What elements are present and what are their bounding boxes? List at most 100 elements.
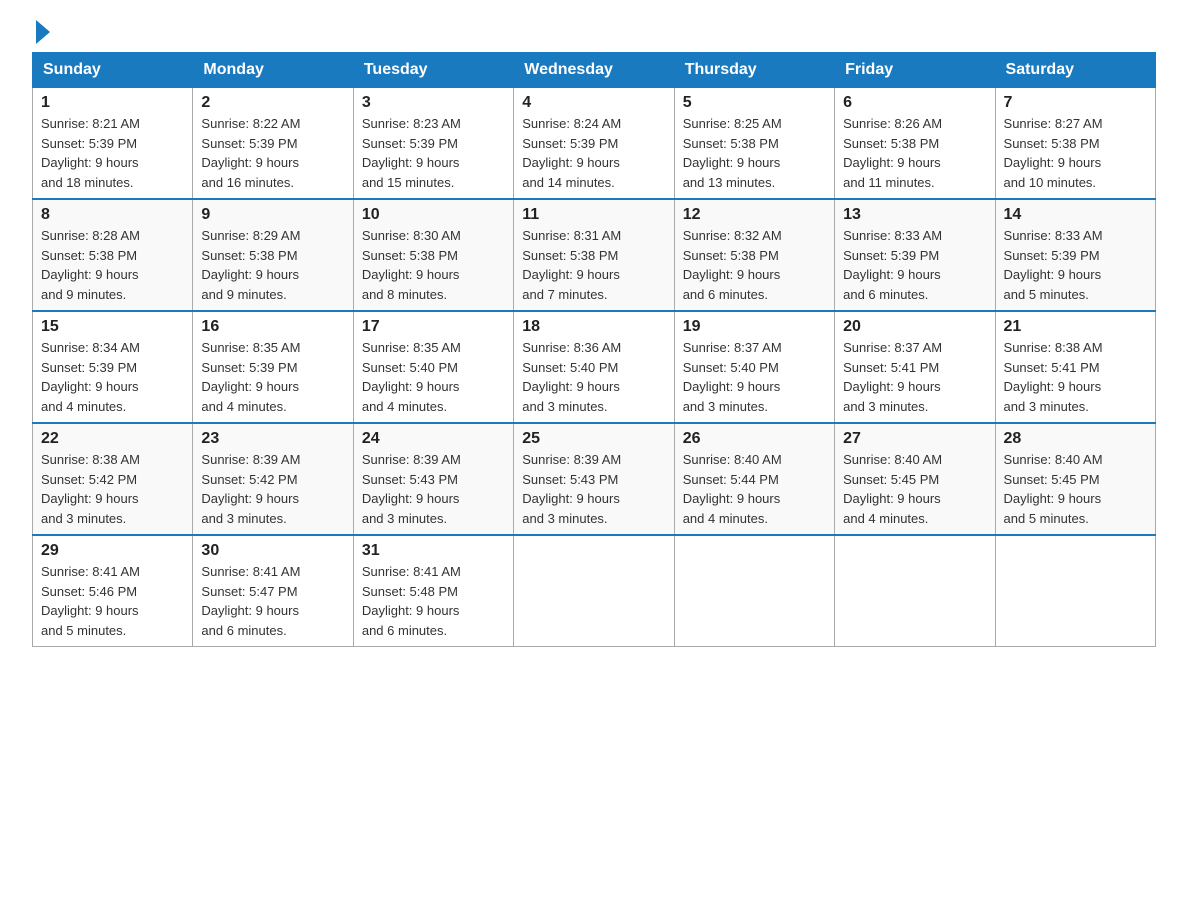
day-number: 28 xyxy=(1004,430,1147,448)
day-number: 19 xyxy=(683,318,826,336)
calendar-cell: 1 Sunrise: 8:21 AMSunset: 5:39 PMDaylight… xyxy=(33,88,193,200)
calendar-cell: 16 Sunrise: 8:35 AMSunset: 5:39 PMDayligh… xyxy=(193,311,353,423)
day-number: 5 xyxy=(683,94,826,112)
calendar-cell: 31 Sunrise: 8:41 AMSunset: 5:48 PMDayligh… xyxy=(353,535,513,647)
day-number: 3 xyxy=(362,94,505,112)
calendar-row-week-1: 1 Sunrise: 8:21 AMSunset: 5:39 PMDaylight… xyxy=(33,88,1156,200)
day-number: 22 xyxy=(41,430,184,448)
logo-arrow-icon xyxy=(36,20,50,44)
calendar-cell: 28Sunrise: 8:40 AMSunset: 5:45 PMDayligh… xyxy=(995,423,1155,535)
calendar-cell xyxy=(835,535,995,647)
day-number: 2 xyxy=(201,94,344,112)
calendar-cell: 26 Sunrise: 8:40 AMSunset: 5:44 PMDayligh… xyxy=(674,423,834,535)
day-number: 15 xyxy=(41,318,184,336)
header-monday: Monday xyxy=(193,53,353,88)
calendar-cell: 11Sunrise: 8:31 AMSunset: 5:38 PMDayligh… xyxy=(514,199,674,311)
calendar-cell: 13 Sunrise: 8:33 AMSunset: 5:39 PMDayligh… xyxy=(835,199,995,311)
logo xyxy=(32,24,50,40)
day-number: 31 xyxy=(362,542,505,560)
calendar-cell: 12Sunrise: 8:32 AMSunset: 5:38 PMDayligh… xyxy=(674,199,834,311)
header-sunday: Sunday xyxy=(33,53,193,88)
calendar-cell xyxy=(995,535,1155,647)
day-info: Sunrise: 8:29 AMSunset: 5:38 PMDaylight:… xyxy=(201,226,344,304)
day-number: 13 xyxy=(843,206,986,224)
calendar-cell: 25 Sunrise: 8:39 AMSunset: 5:43 PMDayligh… xyxy=(514,423,674,535)
page-header xyxy=(32,24,1156,40)
day-info: Sunrise: 8:41 AMSunset: 5:47 PMDaylight:… xyxy=(201,562,344,640)
day-info: Sunrise: 8:21 AMSunset: 5:39 PMDaylight:… xyxy=(41,114,184,192)
calendar-cell: 9 Sunrise: 8:29 AMSunset: 5:38 PMDaylight… xyxy=(193,199,353,311)
day-number: 14 xyxy=(1004,206,1147,224)
calendar-row-week-2: 8 Sunrise: 8:28 AMSunset: 5:38 PMDaylight… xyxy=(33,199,1156,311)
day-number: 12 xyxy=(683,206,826,224)
day-info: Sunrise: 8:34 AMSunset: 5:39 PMDaylight:… xyxy=(41,338,184,416)
day-info: Sunrise: 8:37 AMSunset: 5:40 PMDaylight:… xyxy=(683,338,826,416)
day-number: 20 xyxy=(843,318,986,336)
calendar-cell: 19 Sunrise: 8:37 AMSunset: 5:40 PMDayligh… xyxy=(674,311,834,423)
calendar-cell: 15 Sunrise: 8:34 AMSunset: 5:39 PMDayligh… xyxy=(33,311,193,423)
calendar-header-row: SundayMondayTuesdayWednesdayThursdayFrid… xyxy=(33,53,1156,88)
calendar-row-week-3: 15 Sunrise: 8:34 AMSunset: 5:39 PMDayligh… xyxy=(33,311,1156,423)
day-info: Sunrise: 8:28 AMSunset: 5:38 PMDaylight:… xyxy=(41,226,184,304)
day-info: Sunrise: 8:35 AMSunset: 5:40 PMDaylight:… xyxy=(362,338,505,416)
calendar-cell: 8 Sunrise: 8:28 AMSunset: 5:38 PMDaylight… xyxy=(33,199,193,311)
calendar-cell: 20Sunrise: 8:37 AMSunset: 5:41 PMDayligh… xyxy=(835,311,995,423)
day-number: 25 xyxy=(522,430,665,448)
calendar-table: SundayMondayTuesdayWednesdayThursdayFrid… xyxy=(32,52,1156,647)
day-info: Sunrise: 8:40 AMSunset: 5:45 PMDaylight:… xyxy=(843,450,986,528)
day-info: Sunrise: 8:41 AMSunset: 5:48 PMDaylight:… xyxy=(362,562,505,640)
day-info: Sunrise: 8:31 AMSunset: 5:38 PMDaylight:… xyxy=(522,226,665,304)
calendar-cell: 24Sunrise: 8:39 AMSunset: 5:43 PMDayligh… xyxy=(353,423,513,535)
header-friday: Friday xyxy=(835,53,995,88)
calendar-cell: 5 Sunrise: 8:25 AMSunset: 5:38 PMDaylight… xyxy=(674,88,834,200)
calendar-cell: 18 Sunrise: 8:36 AMSunset: 5:40 PMDayligh… xyxy=(514,311,674,423)
day-info: Sunrise: 8:38 AMSunset: 5:41 PMDaylight:… xyxy=(1004,338,1147,416)
header-wednesday: Wednesday xyxy=(514,53,674,88)
header-thursday: Thursday xyxy=(674,53,834,88)
day-info: Sunrise: 8:40 AMSunset: 5:44 PMDaylight:… xyxy=(683,450,826,528)
calendar-cell: 17Sunrise: 8:35 AMSunset: 5:40 PMDayligh… xyxy=(353,311,513,423)
day-number: 18 xyxy=(522,318,665,336)
day-number: 16 xyxy=(201,318,344,336)
calendar-cell: 21 Sunrise: 8:38 AMSunset: 5:41 PMDayligh… xyxy=(995,311,1155,423)
calendar-cell xyxy=(674,535,834,647)
calendar-cell: 3Sunrise: 8:23 AMSunset: 5:39 PMDaylight… xyxy=(353,88,513,200)
day-info: Sunrise: 8:30 AMSunset: 5:38 PMDaylight:… xyxy=(362,226,505,304)
calendar-cell: 30 Sunrise: 8:41 AMSunset: 5:47 PMDayligh… xyxy=(193,535,353,647)
calendar-cell: 4 Sunrise: 8:24 AMSunset: 5:39 PMDaylight… xyxy=(514,88,674,200)
calendar-cell: 22Sunrise: 8:38 AMSunset: 5:42 PMDayligh… xyxy=(33,423,193,535)
calendar-cell xyxy=(514,535,674,647)
day-info: Sunrise: 8:25 AMSunset: 5:38 PMDaylight:… xyxy=(683,114,826,192)
day-info: Sunrise: 8:26 AMSunset: 5:38 PMDaylight:… xyxy=(843,114,986,192)
calendar-row-week-4: 22Sunrise: 8:38 AMSunset: 5:42 PMDayligh… xyxy=(33,423,1156,535)
calendar-cell: 2 Sunrise: 8:22 AMSunset: 5:39 PMDaylight… xyxy=(193,88,353,200)
day-number: 21 xyxy=(1004,318,1147,336)
day-number: 10 xyxy=(362,206,505,224)
calendar-cell: 10 Sunrise: 8:30 AMSunset: 5:38 PMDayligh… xyxy=(353,199,513,311)
day-number: 7 xyxy=(1004,94,1147,112)
day-info: Sunrise: 8:24 AMSunset: 5:39 PMDaylight:… xyxy=(522,114,665,192)
day-info: Sunrise: 8:36 AMSunset: 5:40 PMDaylight:… xyxy=(522,338,665,416)
day-info: Sunrise: 8:39 AMSunset: 5:42 PMDaylight:… xyxy=(201,450,344,528)
day-number: 24 xyxy=(362,430,505,448)
day-info: Sunrise: 8:39 AMSunset: 5:43 PMDaylight:… xyxy=(522,450,665,528)
calendar-row-week-5: 29Sunrise: 8:41 AMSunset: 5:46 PMDayligh… xyxy=(33,535,1156,647)
calendar-cell: 23 Sunrise: 8:39 AMSunset: 5:42 PMDayligh… xyxy=(193,423,353,535)
day-number: 8 xyxy=(41,206,184,224)
day-number: 30 xyxy=(201,542,344,560)
day-info: Sunrise: 8:22 AMSunset: 5:39 PMDaylight:… xyxy=(201,114,344,192)
day-info: Sunrise: 8:33 AMSunset: 5:39 PMDaylight:… xyxy=(843,226,986,304)
calendar-cell: 7Sunrise: 8:27 AMSunset: 5:38 PMDaylight… xyxy=(995,88,1155,200)
day-info: Sunrise: 8:41 AMSunset: 5:46 PMDaylight:… xyxy=(41,562,184,640)
day-info: Sunrise: 8:35 AMSunset: 5:39 PMDaylight:… xyxy=(201,338,344,416)
day-number: 9 xyxy=(201,206,344,224)
header-saturday: Saturday xyxy=(995,53,1155,88)
day-number: 4 xyxy=(522,94,665,112)
calendar-cell: 14Sunrise: 8:33 AMSunset: 5:39 PMDayligh… xyxy=(995,199,1155,311)
day-number: 23 xyxy=(201,430,344,448)
calendar-cell: 6Sunrise: 8:26 AMSunset: 5:38 PMDaylight… xyxy=(835,88,995,200)
header-tuesday: Tuesday xyxy=(353,53,513,88)
day-number: 1 xyxy=(41,94,184,112)
day-number: 27 xyxy=(843,430,986,448)
day-number: 26 xyxy=(683,430,826,448)
